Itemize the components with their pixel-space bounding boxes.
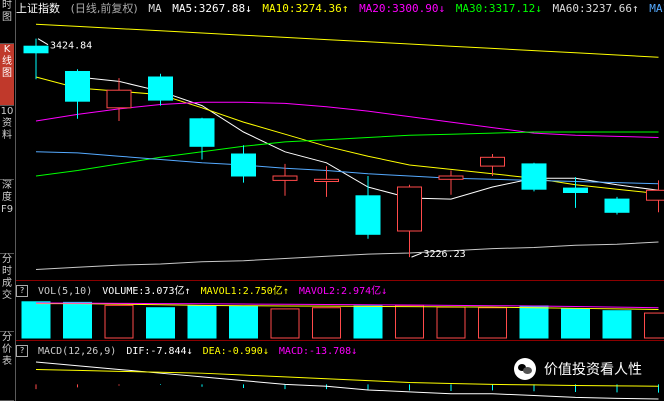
tab-kline[interactable]: K线图	[0, 44, 14, 106]
volume-bar	[478, 307, 507, 339]
tab-f10[interactable]: 10资料	[0, 106, 14, 180]
tab-price-table[interactable]: 分价表	[0, 332, 14, 401]
ma10-arrow-icon: ↑	[341, 2, 349, 15]
candle-body	[231, 153, 256, 177]
ma10-value: MA10:3274.36	[262, 2, 342, 15]
volume-bar	[561, 308, 590, 339]
macd-arrow-icon: ↓	[351, 346, 358, 357]
dea-value: DEA:-0.990	[202, 346, 263, 357]
candle-body	[23, 45, 49, 54]
candle-body	[148, 76, 173, 101]
candle-body	[65, 71, 90, 102]
top-reference-line	[35, 23, 659, 58]
mavol2-arrow-icon: ↓	[381, 286, 388, 297]
tab-intraday[interactable]: 时图	[0, 0, 14, 44]
candle-body	[563, 187, 588, 194]
chart-mode[interactable]: (日线,前复权)	[71, 2, 138, 15]
candle-body	[106, 89, 132, 109]
macd-header: ? MACD(12,26,9) DIF:-7.844↓ DEA:-0.990↓ …	[16, 343, 361, 361]
volume-bar	[63, 301, 92, 339]
volume-bar	[353, 305, 383, 339]
volume-arrow-icon: ↑	[184, 286, 191, 297]
dif-value: DIF:-7.844	[126, 346, 187, 357]
annotation-arrow	[37, 38, 49, 46]
wechat-icon	[514, 358, 536, 380]
candle-body	[604, 198, 630, 213]
watermark-text: 价值投资看人性	[544, 362, 642, 378]
mavol2-value: MAVOL2:2.974亿	[298, 286, 382, 297]
volume-bar	[312, 307, 341, 339]
ma20-value: MA20:3300.90	[359, 2, 439, 15]
candle-body	[438, 175, 464, 180]
candle-body	[272, 175, 298, 181]
dif-arrow-icon: ↓	[186, 346, 193, 357]
annotation-low-label: 3226.23	[424, 249, 466, 260]
candle-body	[314, 178, 339, 183]
annotation-arrow	[411, 252, 422, 258]
ma-more-value: MA1	[649, 2, 664, 15]
volume-bar	[187, 305, 217, 339]
dea-arrow-icon: ↓	[262, 346, 269, 357]
volume-bar	[644, 312, 664, 339]
annotation-high-label: 3424.84	[50, 41, 92, 52]
ma30-arrow-icon: ↓	[535, 2, 542, 15]
volume-bar	[146, 307, 175, 339]
volume-value: VOLUME:3.073亿	[102, 286, 185, 297]
macd-label[interactable]: MACD(12,26,9)	[38, 346, 116, 357]
volume-bar	[21, 301, 51, 339]
volume-bar	[436, 306, 466, 339]
volume-bar	[602, 310, 632, 339]
ma-label: MA	[148, 2, 162, 15]
volume-bar	[104, 304, 134, 339]
tab-depth[interactable]: 深度F9	[0, 180, 14, 254]
macd-help-button[interactable]: ?	[16, 345, 28, 357]
ma60-arrow-icon: ↑	[632, 2, 639, 15]
left-tab-bar: 时图 K线图 10资料 深度F9 分时成交 分价表	[0, 0, 16, 401]
main-header: 上证指数 (日线,前复权) MA MA5:3267.88↓ MA10:3274.…	[16, 0, 664, 18]
ma60-value: MA60:3237.66	[552, 2, 633, 15]
volume-separator	[16, 280, 664, 281]
tab-tick-trades[interactable]: 分时成交	[0, 254, 14, 332]
index-title: 上证指数	[16, 2, 60, 15]
candle-body	[521, 163, 547, 190]
candle-body	[480, 156, 505, 167]
volume-bar	[519, 305, 549, 339]
volume-label[interactable]: VOL(5,10)	[38, 286, 92, 297]
ma-line-ma60	[35, 151, 659, 185]
volume-help-button[interactable]: ?	[16, 285, 28, 297]
ma-line-ma-long	[35, 241, 659, 270]
candle-body	[646, 189, 664, 201]
macd-separator	[16, 340, 664, 341]
ma30-value: MA30:3317.12	[455, 2, 536, 15]
macd-value: MACD:-13.708	[278, 346, 352, 357]
volume-header: ? VOL(5,10) VOLUME:3.073亿↑ MAVOL1:2.750亿…	[16, 283, 391, 301]
volume-bar	[270, 308, 300, 339]
mavol1-value: MAVOL1:2.750亿	[200, 286, 283, 297]
candle-body	[397, 186, 422, 232]
mavol1-arrow-icon: ↑	[282, 286, 289, 297]
candle-body	[355, 195, 381, 235]
candle-body	[189, 118, 215, 147]
ma20-arrow-icon: ↓	[438, 2, 446, 15]
watermark: 价值投资看人性	[514, 358, 642, 380]
volume-bar	[229, 306, 258, 339]
ma5-value: MA5:3267.88	[172, 2, 246, 15]
ma5-arrow-icon: ↓	[245, 2, 252, 15]
volume-bar	[395, 304, 424, 339]
ma-line-ma30	[35, 131, 659, 177]
